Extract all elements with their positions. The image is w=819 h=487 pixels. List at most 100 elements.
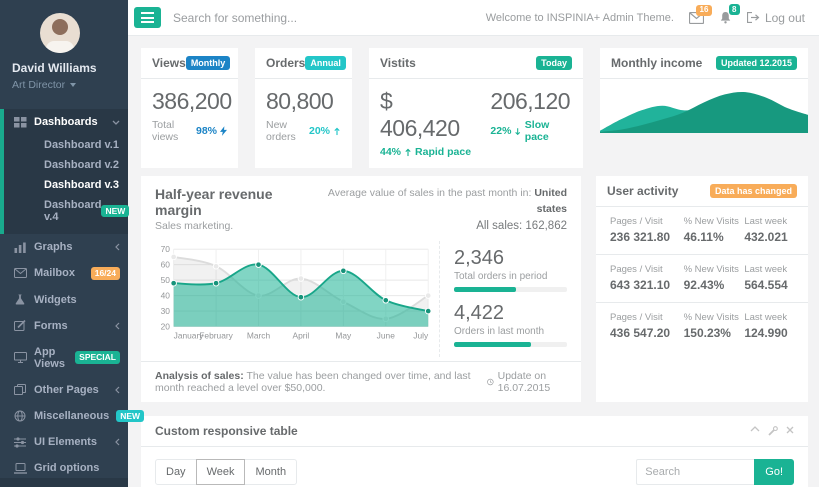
- sidebar-item-graphs[interactable]: Graphs: [0, 234, 128, 260]
- visits-value-2: 206,120: [490, 88, 572, 115]
- user-role-dropdown[interactable]: Art Director: [12, 79, 116, 91]
- sub-item-label: Dashboard v.4: [44, 199, 101, 223]
- chevron-left-icon: [115, 438, 120, 446]
- new-badge: NEW: [116, 410, 144, 423]
- annual-badge: Annual: [305, 56, 346, 70]
- orders-month-label: Orders in last month: [454, 326, 567, 337]
- logout-button[interactable]: Log out: [747, 11, 805, 25]
- user-name: David Williams: [12, 61, 116, 75]
- svg-text:70: 70: [161, 244, 171, 254]
- sidebar: David Williams Art Director Dashboards D…: [0, 0, 128, 487]
- day-button[interactable]: Day: [155, 459, 197, 485]
- collapse-icon[interactable]: [750, 426, 760, 436]
- card-title: Monthly income: [611, 56, 702, 70]
- views-value: 386,200: [152, 88, 227, 115]
- visits-delta-1: 44% Rapid pace: [380, 146, 471, 158]
- svg-text:June: June: [377, 330, 396, 340]
- pencil-square-icon: [14, 320, 27, 331]
- panel-title: Half-year revenue margin: [155, 186, 312, 218]
- sales-country: United states: [534, 187, 567, 215]
- alerts-count-badge: 8: [729, 4, 740, 15]
- sidebar-item-dashboard-v4[interactable]: Dashboard v.4 NEW: [4, 195, 128, 227]
- monthly-income-chart: [600, 83, 808, 133]
- go-button[interactable]: Go!: [754, 459, 794, 485]
- visits-label-1: Rapid pace: [415, 146, 471, 158]
- today-badge: Today: [536, 56, 572, 70]
- welcome-text: Welcome to INSPINIA+ Admin Theme.: [486, 12, 674, 24]
- sign-out-icon: [747, 12, 760, 23]
- sidebar-item-forms[interactable]: Forms: [0, 313, 128, 339]
- alerts-button[interactable]: 8: [719, 11, 732, 24]
- week-button[interactable]: Week: [196, 459, 246, 485]
- panel-tools: [750, 426, 794, 436]
- sidebar-item-dashboard-v2[interactable]: Dashboard v.2: [4, 155, 128, 175]
- files-icon: [14, 384, 27, 395]
- chevron-down-icon: [112, 120, 120, 125]
- monthly-income-card: Monthly income Updated 12.2015: [600, 48, 808, 133]
- sidebar-item-label: Miscellaneous: [34, 410, 109, 422]
- progress-fill: [454, 342, 531, 347]
- activity-row: Pages / Visit436 547.20 % New Visits150.…: [596, 303, 808, 350]
- clock-icon: [487, 377, 494, 387]
- progress-fill: [454, 287, 516, 292]
- user-role-label: Art Director: [12, 79, 65, 91]
- sidebar-item-label: Dashboards: [34, 116, 98, 128]
- views-card: Views Monthly 386,200 Total views 98%: [141, 48, 238, 168]
- menu-toggle-button[interactable]: [134, 7, 161, 28]
- svg-text:July: July: [413, 330, 429, 340]
- sub-item-label: Dashboard v.2: [44, 159, 119, 171]
- stat-cards-row: Views Monthly 386,200 Total views 98%: [141, 48, 808, 168]
- svg-text:February: February: [199, 330, 233, 340]
- svg-text:60: 60: [161, 259, 171, 269]
- svg-text:30: 30: [161, 306, 171, 316]
- sidebar-item-widgets[interactable]: Widgets: [0, 287, 128, 313]
- sidebar-item-dashboard-v3[interactable]: Dashboard v.3: [4, 175, 128, 195]
- visits-col-2: 206,120 22% Slow pace: [490, 88, 572, 158]
- search-input[interactable]: [173, 11, 474, 25]
- panel-title: Custom responsive table: [155, 424, 298, 438]
- orders-delta: 20%: [309, 125, 341, 137]
- sidebar-item-miscellaneous[interactable]: Miscellaneous NEW: [0, 403, 128, 430]
- user-activity-rows: Pages / Visit236 321.80 % New Visits46.1…: [596, 207, 808, 350]
- messages-button[interactable]: 16: [689, 12, 704, 24]
- sidebar-item-dashboards[interactable]: Dashboards: [4, 109, 128, 135]
- card-title: Views: [152, 56, 186, 70]
- orders-label: New orders: [266, 119, 309, 143]
- sidebar-item-label: Forms: [34, 320, 68, 332]
- card-title: Vistits: [380, 56, 416, 70]
- sidebar-nav: Dashboards Dashboard v.1 Dashboard v.2 D…: [0, 109, 128, 487]
- revenue-stats: 2,346 Total orders in period 4,422 Order…: [439, 241, 567, 357]
- data-changed-badge: Data has changed: [710, 184, 797, 198]
- sidebar-item-dashboard-v1[interactable]: Dashboard v.1: [4, 135, 128, 155]
- laptop-icon: [14, 463, 27, 474]
- visits-card: Vistits Today $ 406,420 44% Rapid pace: [369, 48, 583, 168]
- sales-summary: Average value of sales in the past month…: [312, 186, 567, 235]
- globe-icon: [14, 410, 27, 422]
- chevron-left-icon: [115, 386, 120, 394]
- visits-delta-2: 22% Slow pace: [490, 119, 572, 143]
- messages-count-badge: 16: [696, 5, 712, 16]
- visits-value-1: $ 406,420: [380, 88, 472, 142]
- close-icon[interactable]: [786, 426, 794, 436]
- activity-row: Pages / Visit643 321.10 % New Visits92.4…: [596, 255, 808, 303]
- sidebar-item-app-views[interactable]: App Views SPECIAL: [0, 339, 128, 377]
- sliders-icon: [14, 437, 27, 448]
- sidebar-item-label: Grid options: [34, 462, 99, 474]
- wrench-icon[interactable]: [768, 426, 778, 436]
- svg-text:March: March: [247, 330, 271, 340]
- caret-down-icon: [70, 83, 76, 87]
- month-button[interactable]: Month: [244, 459, 297, 485]
- table-panel: Custom responsive table Day Week Month: [141, 416, 808, 487]
- content: Views Monthly 386,200 Total views 98%: [128, 36, 819, 487]
- chevron-left-icon: [115, 243, 120, 251]
- sidebar-item-ui-elements[interactable]: UI Elements: [0, 429, 128, 455]
- table-search-input[interactable]: [636, 459, 754, 485]
- sidebar-item-mailbox[interactable]: Mailbox 16/24: [0, 260, 128, 287]
- sidebar-item-label: Widgets: [34, 294, 77, 306]
- card-title: Orders: [266, 56, 305, 70]
- navbar-right: Welcome to INSPINIA+ Admin Theme. 16 8 L…: [486, 11, 805, 25]
- dashboards-submenu: Dashboard v.1 Dashboard v.2 Dashboard v.…: [4, 135, 128, 234]
- sidebar-item-other-pages[interactable]: Other Pages: [0, 377, 128, 403]
- new-badge: NEW: [101, 205, 129, 218]
- orders-month-value: 4,422: [454, 302, 567, 325]
